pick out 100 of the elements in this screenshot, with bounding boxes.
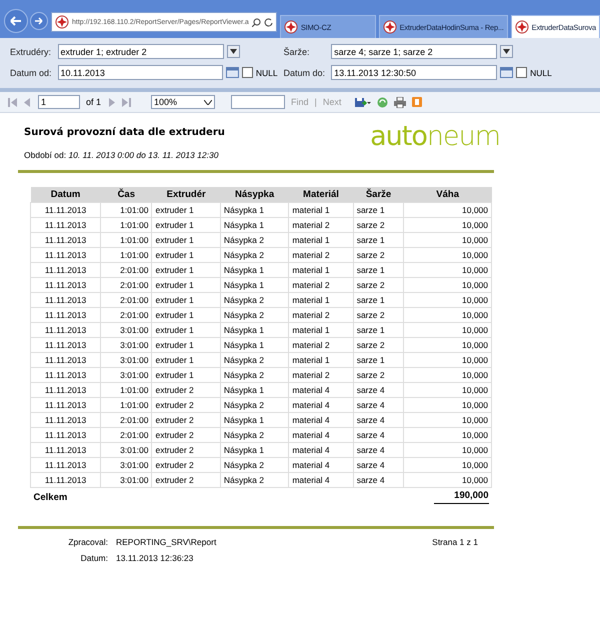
table-cell: material 1 [288, 232, 354, 248]
table-cell: Násypka 1 [220, 382, 289, 398]
forward-button[interactable] [30, 12, 48, 30]
table-cell: 10,000 [404, 322, 492, 338]
table-cell: material 4 [288, 398, 354, 412]
table-cell: Násypka 2 [220, 248, 289, 262]
date-field[interactable]: 10.11.2013 [58, 65, 223, 80]
table-cell: 3:01:00 [100, 338, 152, 352]
table-cell: sarze 1 [353, 292, 404, 308]
parameter-label: Datum do: [284, 68, 326, 78]
parameter-label: Extrudéry: [10, 46, 52, 56]
table-cell: extruder 1 [152, 368, 220, 382]
table-cell: 10,000 [404, 202, 492, 218]
table-cell: 1:01:00 [100, 218, 152, 232]
table-cell: extruder 1 [152, 322, 220, 338]
refresh-icon[interactable] [264, 18, 273, 26]
find-field[interactable] [231, 95, 286, 109]
table-cell: Násypka 2 [220, 368, 289, 382]
table-cell: Násypka 2 [220, 458, 289, 472]
table-cell: 11.11.2013 [30, 352, 101, 368]
site-icon [284, 20, 298, 34]
table-cell: extruder 1 [152, 292, 220, 308]
column-header: Extrudér [152, 187, 220, 202]
table-cell: extruder 1 [152, 248, 220, 262]
caret-icon[interactable] [204, 100, 212, 104]
table-cell: 11.11.2013 [30, 442, 101, 458]
table-cell: extruder 2 [152, 382, 220, 398]
table-cell: 11.11.2013 [30, 292, 101, 308]
table-cell: sarze 2 [353, 218, 404, 232]
search-icon[interactable] [252, 18, 261, 26]
table-cell: sarze 2 [353, 338, 404, 352]
back-button[interactable] [4, 9, 28, 33]
table-cell: extruder 2 [152, 412, 220, 428]
dropdown-field[interactable]: sarze 4; sarze 1; sarze 2 [331, 44, 498, 59]
table-cell: 3:01:00 [100, 352, 152, 368]
table-cell: extruder 1 [152, 278, 220, 292]
null-checkbox[interactable] [242, 67, 253, 78]
table-cell: 11.11.2013 [30, 428, 101, 442]
page-field[interactable]: 1 [38, 95, 80, 109]
table-cell: Násypka 2 [220, 472, 289, 488]
report-title: Surová provozní data dle extruderu [24, 127, 225, 138]
table-cell: 11.11.2013 [30, 472, 101, 488]
table-cell: sarze 1 [353, 262, 404, 278]
table-cell: 11.11.2013 [30, 202, 101, 218]
table-cell: material 4 [288, 412, 354, 428]
dropdown-field[interactable]: extruder 1; extruder 2 [58, 44, 224, 59]
table-cell: Násypka 1 [220, 262, 289, 278]
table-cell: 10,000 [404, 292, 492, 308]
table-cell: 2:01:00 [100, 278, 152, 292]
table-cell: 10,000 [404, 278, 492, 292]
table-cell: Násypka 1 [220, 322, 289, 338]
footer-label: Zpracoval: [67, 537, 108, 547]
table-cell: 11.11.2013 [30, 398, 101, 412]
table-cell: extruder 1 [152, 218, 220, 232]
table-cell: extruder 1 [152, 262, 220, 278]
calendar-icon[interactable] [226, 67, 239, 78]
table-cell: extruder 2 [152, 398, 220, 412]
table-cell: 11.11.2013 [30, 338, 101, 352]
table-cell: 3:01:00 [100, 368, 152, 382]
table-cell: 10,000 [404, 308, 492, 322]
parameter-label: Šarže: [284, 46, 311, 56]
column-header: Datum [30, 187, 101, 202]
table-cell: sarze 4 [353, 442, 404, 458]
table-cell: Násypka 2 [220, 308, 289, 322]
print-icon[interactable] [394, 96, 406, 108]
table-cell: 11.11.2013 [30, 262, 101, 278]
table-cell: sarze 2 [353, 308, 404, 322]
table-cell: 10,000 [404, 218, 492, 232]
table-cell: 3:01:00 [100, 442, 152, 458]
parameter-label: Datum od: [10, 68, 52, 78]
total-value: 190,000 [434, 490, 488, 504]
table-cell: 11.11.2013 [30, 218, 101, 232]
back-arrow-icon[interactable] [10, 16, 22, 26]
table-cell: 10,000 [404, 382, 492, 398]
table-cell: 2:01:00 [100, 308, 152, 322]
separator: | [314, 97, 317, 107]
table-cell: material 4 [288, 382, 354, 398]
date-field[interactable]: 13.11.2013 12:30:50 [331, 65, 498, 80]
table-cell: Násypka 2 [220, 232, 289, 248]
null-checkbox[interactable] [516, 67, 528, 78]
table-cell: extruder 1 [152, 338, 220, 352]
table-cell: 3:01:00 [100, 472, 152, 488]
table-cell: Násypka 1 [220, 442, 289, 458]
table-cell: material 2 [288, 338, 354, 352]
table-cell: material 2 [288, 218, 354, 232]
site-icon [382, 20, 397, 34]
table-cell: Násypka 1 [220, 278, 289, 292]
calendar-icon[interactable] [500, 67, 514, 78]
site-icon [55, 15, 69, 29]
table-cell: 11.11.2013 [30, 308, 101, 322]
forward-arrow-icon[interactable] [35, 17, 43, 25]
zoom-dropdown[interactable]: 100% [151, 95, 216, 109]
table-cell: extruder 2 [152, 458, 220, 472]
total-label: Celkem [30, 488, 404, 504]
export-icon[interactable] [355, 96, 372, 108]
table-cell: material 1 [288, 322, 354, 338]
page-number: Strana 1 z 1 [432, 537, 478, 547]
table-cell: extruder 2 [152, 472, 220, 488]
table-cell: 10,000 [404, 352, 492, 368]
table-cell: sarze 4 [353, 398, 404, 412]
